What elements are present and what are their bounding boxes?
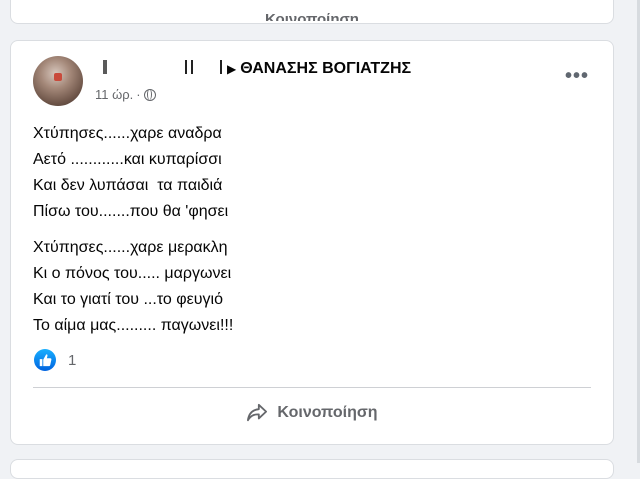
share-arrow-icon	[247, 403, 268, 422]
post-timestamp[interactable]: 11 ώρ.	[95, 87, 133, 102]
previous-share-button[interactable]: Κοινοποίηση	[11, 11, 613, 21]
more-options-icon[interactable]: •••	[561, 66, 593, 93]
avatar-detail	[54, 73, 62, 81]
author-name[interactable]: ΘΑΝΑΣΗΣ ΒΟΓΙΑΤΖΗΣ	[240, 60, 411, 77]
stanza: Χτύπησες......χαρε αναδρα Αετό .........…	[33, 121, 233, 225]
reactions-summary[interactable]: 1	[34, 348, 76, 372]
like-icon	[34, 349, 56, 371]
stanza: Χτύπησες......χαρε μερακλη Κι ο πόνος το…	[33, 235, 233, 339]
share-button[interactable]: Κοινοποίηση	[33, 393, 591, 433]
poem-line: Και δεν λυπάσαι τα παιδιά	[33, 177, 223, 194]
post-text: Χτύπησες......χαρε αναδρα Αετό .........…	[33, 121, 233, 349]
poem-line: Χτύπησες......χαρε αναδρα	[33, 125, 222, 142]
previous-post-card: Κοινοποίηση	[10, 0, 614, 24]
post-meta: 11 ώρ. ·	[95, 87, 156, 102]
globe-icon	[143, 89, 156, 101]
avatar[interactable]	[33, 56, 83, 106]
divider	[33, 387, 591, 388]
poem-line: Κι ο πόνος του..... μαργωνει	[33, 265, 232, 282]
arrow-right-icon: ▶	[227, 62, 237, 76]
poem-line: Αετό ............και κυπαρίσσι	[33, 151, 222, 168]
poem-line: Πίσω του.......που θα 'φησει	[33, 203, 229, 220]
reaction-count[interactable]: 1	[68, 352, 76, 369]
poem-line: Και το γιατί του ...το φευγιό	[33, 291, 223, 308]
poem-line: Χτύπησες......χαρε μερακλη	[33, 239, 228, 256]
post-card: ▶ ΘΑΝΑΣΗΣ ΒΟΓΙΑΤΖΗΣ 11 ώρ. · ••• Χτύπησες.…	[10, 40, 614, 445]
post-header: ▶ ΘΑΝΑΣΗΣ ΒΟΓΙΑΤΖΗΣ	[95, 60, 411, 82]
meta-separator: ·	[136, 87, 141, 102]
next-post-card	[10, 459, 614, 479]
redacted-name-block	[95, 60, 225, 74]
poem-line: Το αίμα μας......... παγωνει!!!	[33, 317, 234, 334]
share-label: Κοινοποίηση	[277, 404, 378, 421]
